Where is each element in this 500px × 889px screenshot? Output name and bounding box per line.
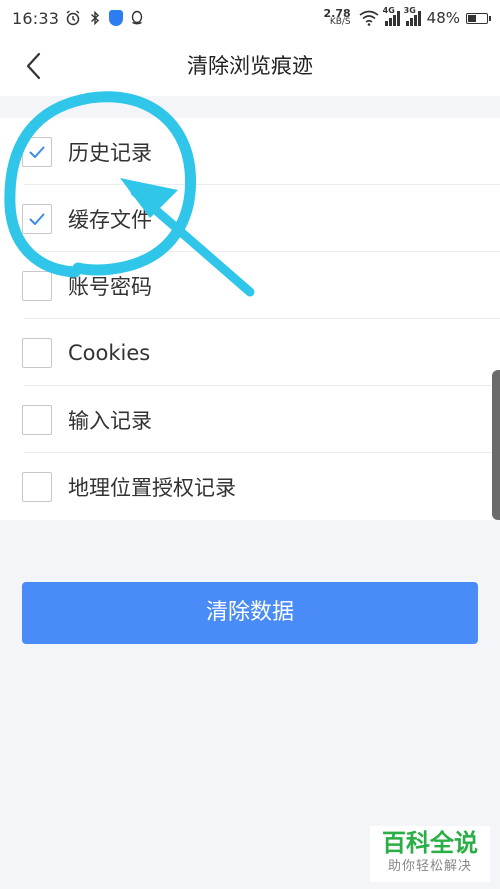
edge-scroll-handle[interactable]: [492, 370, 500, 520]
option-label: 历史记录: [68, 140, 152, 165]
checkbox[interactable]: [22, 136, 52, 167]
alarm-icon: [66, 10, 80, 26]
signal-bars-1: 4G: [383, 6, 400, 26]
checkbox[interactable]: [22, 404, 52, 435]
bluetooth-icon: [91, 10, 100, 26]
check-icon: [29, 213, 45, 225]
signal-tag-2: 3G: [403, 6, 416, 15]
checkbox[interactable]: [22, 337, 52, 368]
wifi-icon: [359, 10, 379, 26]
status-time: 16:33: [12, 8, 60, 28]
battery-fill: [468, 14, 477, 22]
option-cache[interactable]: 缓存文件: [0, 185, 500, 252]
shield-icon: [109, 10, 124, 26]
status-right: 2.78 KB/S 4G 3G 48%: [324, 6, 491, 27]
option-label: 地理位置授权记录: [68, 475, 236, 500]
options-list: 历史记录 缓存文件 账号密码 Cookies 输入记录 地理位置授权记录: [0, 118, 500, 520]
watermark-title: 百科全说: [382, 829, 478, 857]
header: 清除浏览痕迹: [0, 36, 500, 96]
signal-tag-1: 4G: [382, 6, 395, 15]
watermark-subtitle: 助你轻松解决: [387, 859, 472, 874]
status-left: 16:33: [12, 9, 145, 28]
option-history[interactable]: 历史记录: [0, 118, 500, 185]
page-title: 清除浏览痕迹: [187, 54, 313, 78]
checkbox[interactable]: [22, 270, 52, 301]
option-label: Cookies: [68, 340, 151, 365]
checkbox[interactable]: [22, 203, 52, 234]
clear-data-button[interactable]: 清除数据: [22, 582, 478, 644]
battery-text: 48%: [426, 9, 460, 27]
option-passwords[interactable]: 账号密码: [0, 252, 500, 319]
option-cookies[interactable]: Cookies: [0, 319, 500, 386]
network-speed-unit: KB/S: [329, 17, 351, 27]
battery-icon: [466, 12, 491, 24]
signal-bars-2: 3G: [404, 6, 421, 26]
check-icon: [29, 146, 45, 158]
option-label: 缓存文件: [68, 207, 152, 232]
checkbox[interactable]: [22, 471, 52, 502]
status-bar: 16:33 2.78 KB/S 4G 3G 48%: [0, 0, 500, 36]
option-location-permissions[interactable]: 地理位置授权记录: [0, 453, 500, 520]
watermark: 百科全说 助你轻松解决: [370, 826, 490, 882]
option-label: 输入记录: [68, 408, 152, 433]
option-label: 账号密码: [68, 274, 152, 299]
network-speed: 2.78 KB/S: [324, 8, 351, 27]
qq-icon: [131, 10, 143, 25]
option-input-history[interactable]: 输入记录: [0, 386, 500, 453]
